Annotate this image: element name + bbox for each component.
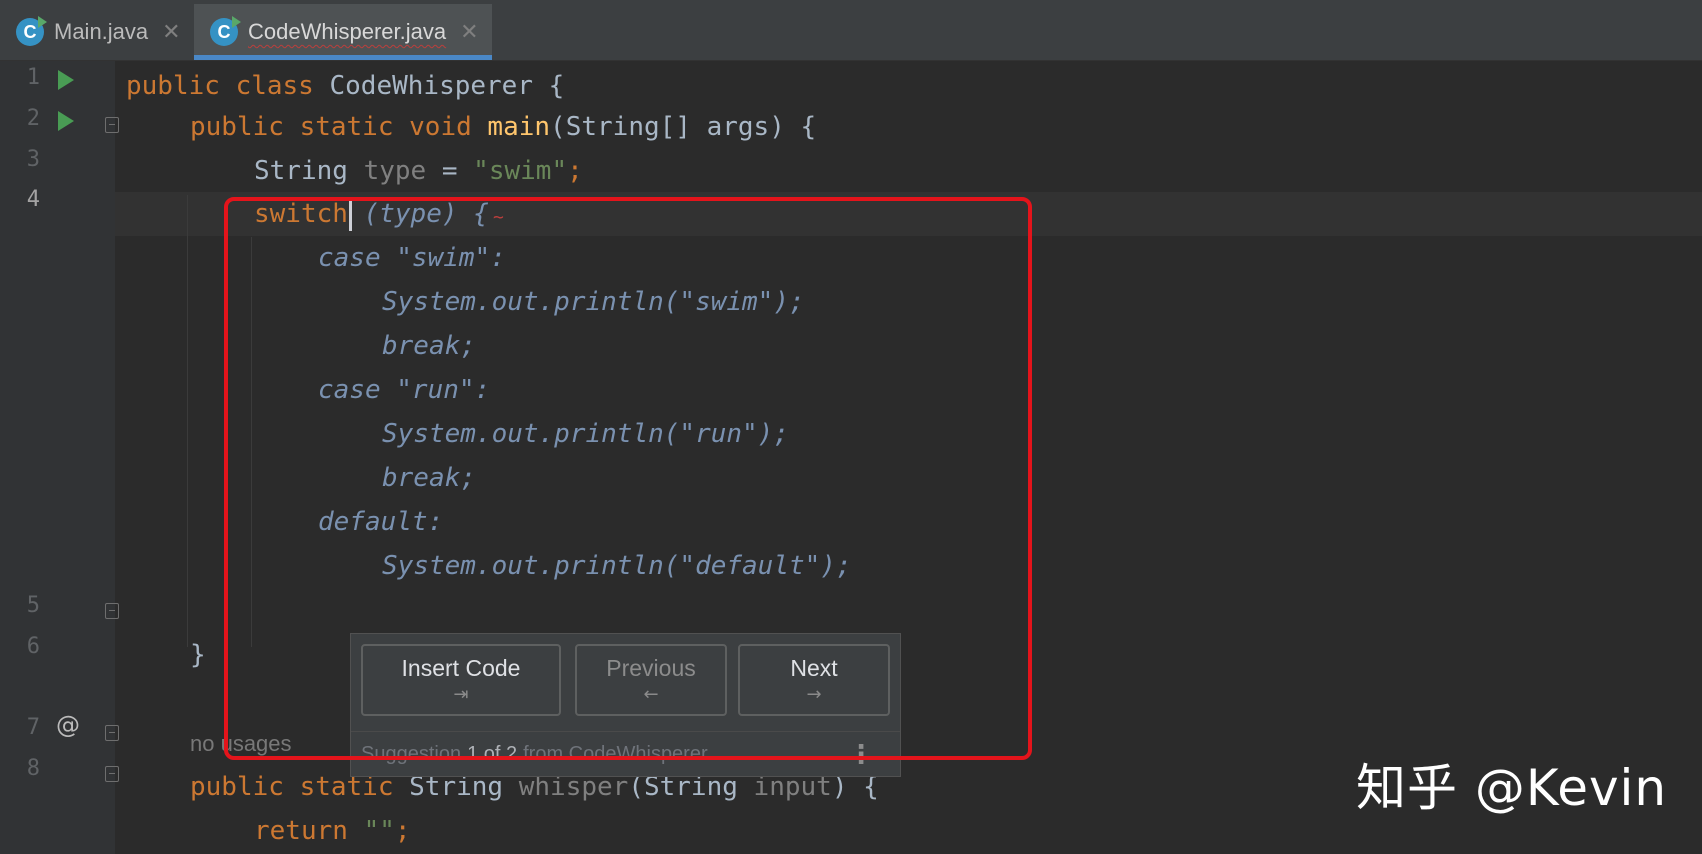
- code-line-8: return "";: [254, 816, 411, 846]
- editor-gutter: 1 2 3 4 5 6 7 8 @: [0, 61, 119, 854]
- indent-guide: [187, 195, 188, 647]
- active-tab-indicator: [194, 55, 492, 60]
- line-number: 8: [26, 756, 40, 781]
- line-number: 3: [26, 147, 40, 172]
- code-line-2: public static void main(String[] args) {: [190, 112, 817, 142]
- code-line-1: public class CodeWhisperer {: [126, 71, 565, 101]
- close-icon[interactable]: ✕: [460, 20, 478, 45]
- line-number: 1: [26, 65, 40, 90]
- line-number: 2: [26, 106, 40, 131]
- editor-tab-bar: C Main.java ✕ C CodeWhisperer.java ✕: [0, 0, 1702, 61]
- line-number: 6: [26, 634, 40, 659]
- code-line-5: }: [190, 640, 206, 670]
- run-icon[interactable]: [58, 111, 74, 131]
- line-number: 5: [26, 593, 40, 618]
- line-number: 4: [26, 187, 40, 212]
- line-number: 7: [26, 715, 40, 740]
- java-class-icon: C: [210, 16, 241, 46]
- at-usages-icon[interactable]: @: [56, 711, 80, 739]
- tab-main-java[interactable]: C Main.java ✕: [16, 4, 186, 60]
- highlight-annotation-box: [224, 197, 1032, 760]
- watermark: 知乎 @Kevin: [1356, 759, 1668, 817]
- tab-label: Main.java: [54, 19, 149, 44]
- run-icon[interactable]: [58, 70, 74, 90]
- tab-label: CodeWhisperer.java: [248, 19, 447, 44]
- code-line-3: String type = "swim";: [254, 156, 583, 186]
- close-icon[interactable]: ✕: [162, 20, 180, 45]
- tab-codewhisperer-java[interactable]: C CodeWhisperer.java ✕: [194, 4, 492, 60]
- java-class-icon: C: [16, 16, 47, 46]
